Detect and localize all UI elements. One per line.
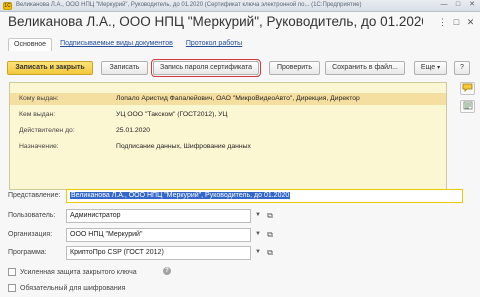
save-and-close-button[interactable]: Записать и закрыть [7, 61, 93, 75]
check-button[interactable]: Проверить [269, 61, 320, 75]
representation-row: Представление: Великанова Л.А., ООО НПЦ … [8, 189, 470, 203]
minimize-icon[interactable]: — [438, 1, 450, 10]
expand-icon[interactable]: □ [451, 17, 462, 28]
tab-main[interactable]: Основное [8, 38, 53, 51]
save-certificate-password-button[interactable]: Запись пароля сертификата [151, 59, 261, 77]
representation-value: Великанова Л.А., ООО НПЦ "Меркурий", Рук… [70, 192, 291, 199]
help-icon[interactable]: ? [163, 267, 171, 275]
open-icon[interactable]: ⧉ [264, 246, 276, 260]
chevron-down-icon[interactable]: ▼ [252, 228, 264, 242]
window-titlebar: 1C Великанова Л.А., ООО НПЦ "Меркурий", … [0, 0, 480, 12]
user-field[interactable]: Администратор [66, 209, 251, 223]
cert-row-value: Лопало Аристид Фапалейович, ОАО "МикроВи… [116, 95, 360, 102]
cert-row-value: 25.01.2020 [116, 127, 151, 134]
open-icon[interactable]: ⧉ [264, 209, 276, 223]
chevron-down-icon: ▾ [437, 65, 441, 71]
command-bar: Записать и закрыть Записать Запись парол… [7, 59, 473, 77]
tab-work-log[interactable]: Протокол работы [181, 38, 247, 51]
program-label: Программа: [8, 249, 47, 256]
cert-row-valid-until[interactable]: Действителен до: 25.01.2020 [10, 125, 446, 137]
cert-row-label: Кем выдан: [19, 111, 56, 118]
form-window: Великанова Л.А., ООО НПЦ "Меркурий", Рук… [0, 12, 480, 297]
comment-icon[interactable] [460, 82, 475, 95]
save-button[interactable]: Записать [101, 61, 148, 75]
cert-row-purpose[interactable]: Назначение: Подписание данных, Шифровани… [10, 141, 446, 153]
user-label: Пользователь: [8, 212, 56, 219]
organization-field[interactable]: ООО НПЦ "Меркурий" [66, 228, 251, 242]
cert-row-issued-to[interactable]: Кому выдан: Лопало Аристид Фапалейович, … [10, 93, 446, 105]
program-row: Программа: КриптоПро CSP (ГОСТ 2012) ▼ ⧉ [8, 246, 278, 260]
program-field[interactable]: КриптоПро CSP (ГОСТ 2012) [66, 246, 251, 260]
enhanced-protection-checkbox[interactable] [8, 268, 16, 276]
organization-row: Организация: ООО НПЦ "Меркурий" ▼ ⧉ [8, 228, 278, 242]
cert-row-label: Кому выдан: [19, 95, 59, 102]
tab-signed-document-types[interactable]: Подписываемые виды документов [55, 38, 178, 51]
more-actions-icon[interactable]: ⋮ [437, 17, 448, 28]
representation-label: Представление: [8, 192, 61, 199]
cert-row-issued-by[interactable]: Кем выдан: УЦ ООО "Такском" (ГОСТ2012), … [10, 109, 446, 121]
page-title: Великанова Л.А., ООО НПЦ "Меркурий", Рук… [8, 14, 423, 29]
cert-row-value: Подписание данных, Шифрование данных [116, 143, 251, 150]
close-form-icon[interactable]: ✕ [465, 17, 476, 28]
app-logo-icon: 1C [3, 2, 12, 10]
encryption-required-row: Обязательный для шифрования [8, 282, 178, 294]
window-title: Великанова Л.А., ООО НПЦ "Меркурий", Рук… [16, 2, 362, 8]
chevron-down-icon[interactable]: ▼ [252, 209, 264, 223]
chevron-down-icon[interactable]: ▼ [252, 246, 264, 260]
encryption-required-checkbox[interactable] [8, 284, 16, 292]
maximize-icon[interactable]: □ [452, 1, 464, 10]
organization-label: Организация: [8, 231, 53, 238]
representation-field[interactable]: Великанова Л.А., ООО НПЦ "Меркурий", Рук… [66, 189, 463, 203]
save-to-file-button[interactable]: Сохранить в файл... [325, 61, 405, 75]
enhanced-protection-row: Усиленная защита закрытого ключа ? [8, 266, 178, 278]
more-menu-label: Еще [420, 64, 436, 71]
report-icon[interactable] [460, 100, 475, 113]
cert-row-value: УЦ ООО "Такском" (ГОСТ2012), УЦ [116, 111, 228, 118]
more-menu-button[interactable]: Еще ▾ [414, 61, 447, 75]
cert-row-label: Назначение: [19, 143, 59, 150]
user-row: Пользователь: Администратор ▼ ⧉ [8, 209, 278, 223]
help-button[interactable]: ? [454, 61, 470, 75]
cert-row-label: Действителен до: [19, 127, 75, 134]
tab-bar: Основное Подписываемые виды документов П… [8, 38, 250, 51]
open-icon[interactable]: ⧉ [264, 228, 276, 242]
close-window-icon[interactable]: ✕ [466, 1, 478, 10]
encryption-required-label: Обязательный для шифрования [20, 284, 126, 292]
certificate-info-panel: Кому выдан: Лопало Аристид Фапалейович, … [9, 82, 447, 190]
enhanced-protection-label: Усиленная защита закрытого ключа [20, 268, 137, 276]
